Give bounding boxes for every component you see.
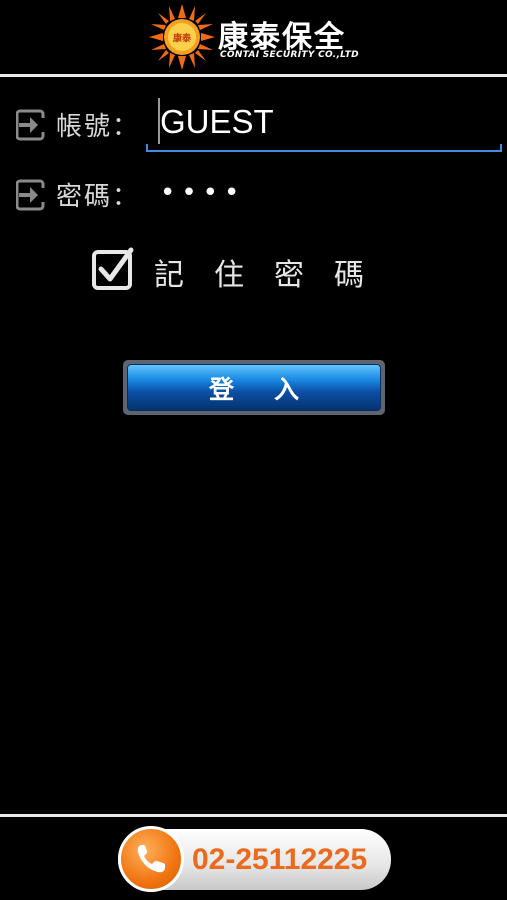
svg-text:康泰: 康泰 xyxy=(173,32,192,44)
footer-divider xyxy=(0,814,507,817)
header-divider xyxy=(0,74,507,77)
remember-password-checkbox[interactable] xyxy=(91,247,135,291)
app-header: 康泰 康泰保全 CONTAI SECURITY CO.,LTD xyxy=(0,0,507,74)
username-value: GUEST xyxy=(160,103,274,140)
input-underline xyxy=(146,150,502,152)
login-button[interactable]: 登入 xyxy=(123,360,385,415)
login-arrow-icon xyxy=(16,179,46,211)
remember-password-label[interactable]: 記住密碼 xyxy=(154,250,394,294)
username-input[interactable]: GUEST xyxy=(146,96,502,152)
sun-logo-icon: 康泰 xyxy=(149,4,215,70)
login-arrow-icon xyxy=(16,109,46,141)
phone-icon xyxy=(137,845,165,873)
username-label: 帳號： xyxy=(56,112,141,142)
password-input[interactable]: •••• xyxy=(160,178,245,208)
password-label: 密碼： xyxy=(56,182,141,212)
phone-number[interactable]: 02-25112225 xyxy=(192,843,367,877)
brand-subtitle: CONTAI SECURITY CO.,LTD xyxy=(220,50,359,60)
login-button-label: 登入 xyxy=(127,364,381,411)
